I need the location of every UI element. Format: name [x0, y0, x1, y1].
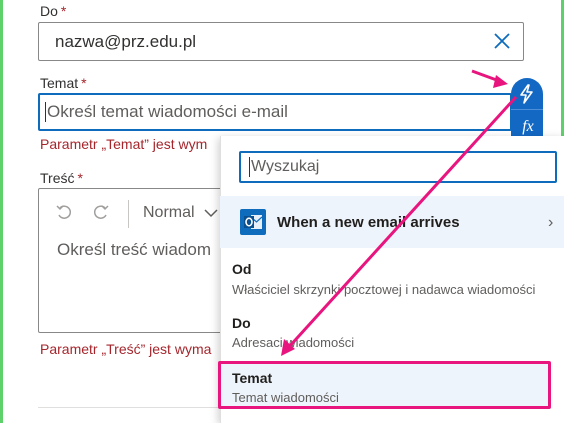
dynamic-item-description[interactable]: Właściciel skrzynki pocztowej i nadawca … [232, 282, 535, 297]
body-error: Parametr „Treść” jest wyma [40, 341, 212, 357]
to-label: Do * [40, 3, 66, 19]
body-label-text: Treść [40, 170, 75, 186]
redo-icon[interactable] [92, 203, 110, 221]
trigger-section-title[interactable]: When a new email arrives [277, 214, 460, 231]
to-label-text: Do [40, 3, 58, 19]
window-border-left [0, 0, 3, 423]
button-divider [511, 109, 543, 110]
arrowhead [493, 75, 508, 88]
annotation-highlight-box [218, 361, 551, 409]
search-placeholder[interactable]: Wyszukaj [251, 158, 319, 176]
dynamic-item-title[interactable]: Od [232, 261, 251, 277]
search-caret [249, 157, 250, 177]
subject-label: Temat * [40, 75, 87, 91]
close-icon[interactable] [492, 31, 512, 51]
subject-label-text: Temat [40, 75, 79, 91]
body-label: Treść * [40, 170, 83, 186]
outlook-icon [240, 209, 266, 235]
annotation-arrow-to-button [471, 69, 503, 84]
required-marker: * [81, 75, 87, 91]
chevron-down-icon[interactable] [203, 206, 219, 220]
required-marker: * [77, 170, 83, 186]
dynamic-item-title[interactable]: Do [232, 315, 251, 331]
divider [38, 407, 220, 408]
chevron-right-icon[interactable]: › [548, 214, 553, 232]
dynamic-item-description[interactable]: Adresaci wiadomości [232, 335, 354, 350]
font-style-dropdown[interactable]: Normal [143, 204, 195, 222]
subject-error: Parametr „Temat” jest wym [40, 136, 208, 152]
subject-field-placeholder[interactable]: Określ temat wiadomości e-mail [47, 102, 288, 122]
expression-button[interactable]: fx [516, 118, 540, 136]
lightning-icon[interactable] [517, 83, 537, 105]
undo-icon[interactable] [55, 203, 73, 221]
toolbar-divider [128, 200, 129, 228]
to-field-value[interactable]: nazwa@prz.edu.pl [55, 32, 196, 52]
required-marker: * [60, 3, 67, 19]
text-caret [45, 102, 46, 122]
body-editor-placeholder[interactable]: Określ treść wiadom [57, 240, 211, 260]
